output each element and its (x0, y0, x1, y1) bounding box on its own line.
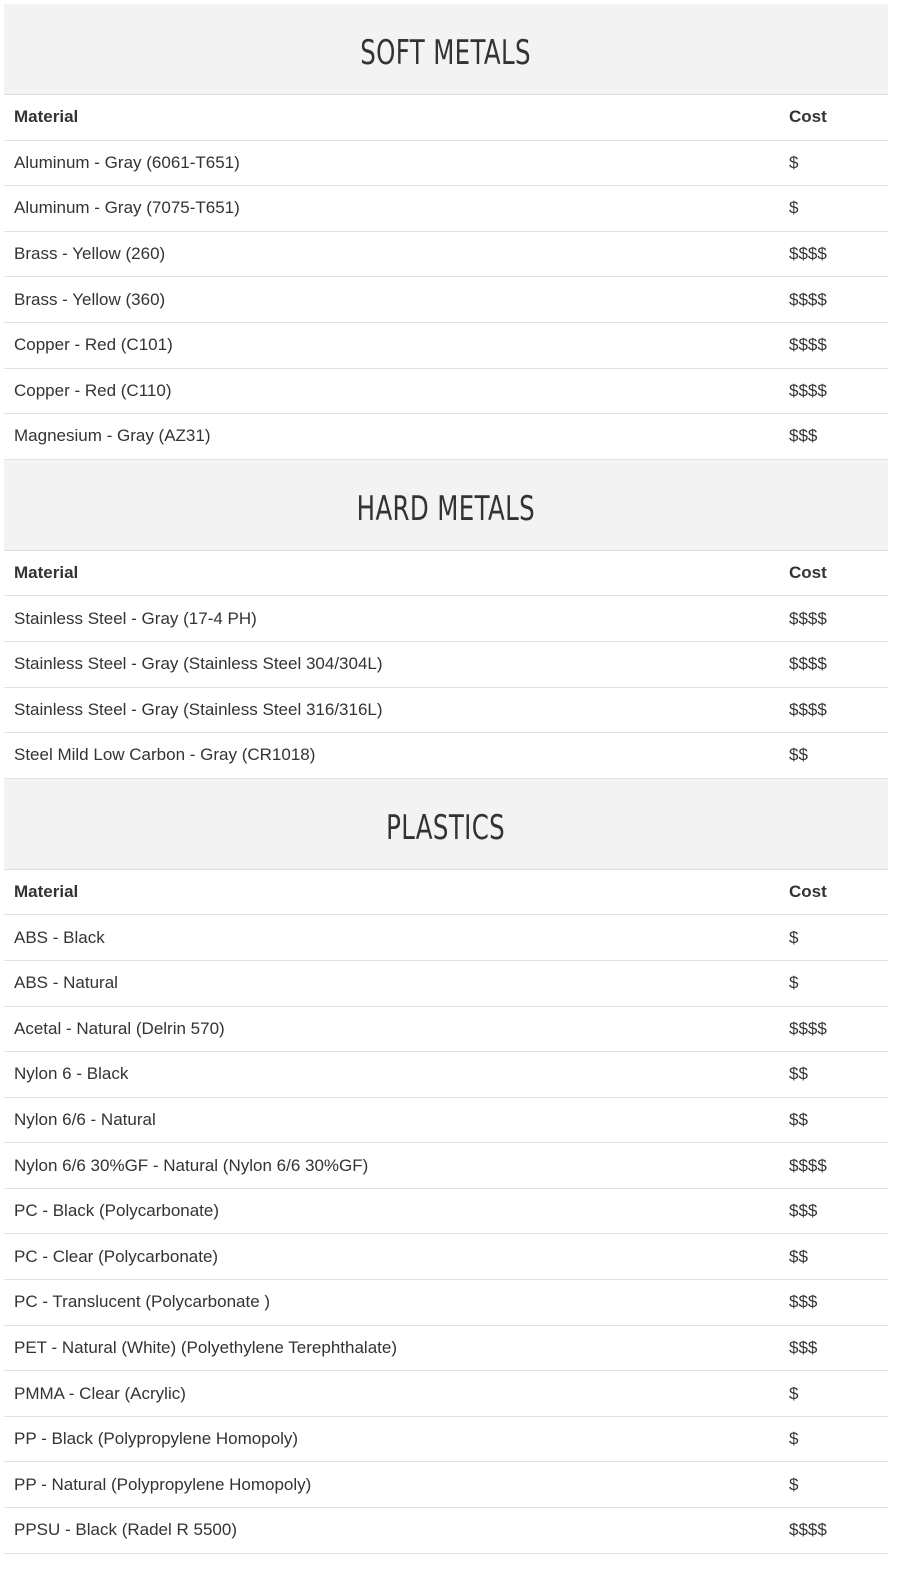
material-cell: Acetal - Natural (Delrin 570) (14, 1018, 225, 1038)
cost-cell: $$$ (789, 1201, 818, 1221)
table-row: PP - Natural (Polypropylene Homopoly) $ (4, 1462, 888, 1509)
cost-cell: $$ (789, 745, 808, 765)
table-row: PC - Translucent (Polycarbonate ) $$$ (4, 1280, 888, 1326)
table-row: Copper - Red (C110) $$$$ (4, 369, 888, 415)
cost-cell: $$$ (789, 1292, 818, 1312)
cost-cell: $$$$ (789, 244, 827, 264)
table-row: Copper - Red (C101) $$$$ (4, 323, 888, 369)
material-cell: Magnesium - Gray (AZ31) (14, 426, 211, 446)
material-cell: ABS - Black (14, 927, 105, 947)
material-cell: Stainless Steel - Gray (Stainless Steel … (14, 654, 383, 674)
material-cell: Stainless Steel - Gray (17-4 PH) (14, 608, 257, 628)
table-row: Stainless Steel - Gray (17-4 PH) $$$$ (4, 596, 888, 642)
table-row: Stainless Steel - Gray (Stainless Steel … (4, 688, 888, 734)
column-header-cost: Cost (789, 563, 827, 583)
section-title: HARD METALS (356, 488, 536, 529)
material-section: SOFT METALS Material Cost Aluminum - Gray (… (4, 4, 888, 460)
section-header: SOFT METALS (4, 4, 888, 95)
column-header-cost: Cost (789, 107, 827, 127)
material-cell: Copper - Red (C101) (14, 335, 173, 355)
cost-cell: $$$$ (789, 380, 827, 400)
cost-cell: $ (789, 198, 799, 218)
cost-cell: $ (789, 1429, 799, 1449)
cost-cell: $ (789, 152, 799, 172)
cost-cell: $ (789, 1474, 799, 1494)
table-row: Brass - Yellow (260) $$$$ (4, 232, 888, 278)
material-cell: Brass - Yellow (260) (14, 244, 166, 264)
table-row: Magnesium - Gray (AZ31) $$$ (4, 414, 888, 460)
cost-cell: $$$$ (789, 608, 827, 628)
material-cell: Nylon 6/6 30%GF - Natural (Nylon 6/6 30%… (14, 1155, 369, 1175)
material-cell: PPSU - Black (Radel R 5500) (14, 1520, 237, 1540)
table-header-row: Material Cost (4, 95, 888, 141)
table-row: Steel Mild Low Carbon - Gray (CR1018) $$ (4, 733, 888, 779)
material-cell: Nylon 6 - Black (14, 1064, 129, 1084)
material-cell: Steel Mild Low Carbon - Gray (CR1018) (14, 745, 316, 765)
table-row: Nylon 6/6 30%GF - Natural (Nylon 6/6 30%… (4, 1143, 888, 1189)
cost-cell: $ (789, 1383, 799, 1403)
material-cell: PET - Natural (White) (Polyethylene Tere… (14, 1337, 397, 1357)
material-cell: Brass - Yellow (360) (14, 289, 166, 309)
section-header: PLASTICS (4, 778, 888, 870)
cost-cell: $$ (789, 1064, 808, 1084)
column-header-material: Material (14, 563, 79, 583)
material-cell: Nylon 6/6 - Natural (14, 1109, 156, 1129)
material-cell: Copper - Red (C110) (14, 380, 172, 400)
section-title: SOFT METALS (360, 33, 532, 73)
section-header: HARD METALS (4, 459, 888, 551)
table-row: Stainless Steel - Gray (Stainless Steel … (4, 642, 888, 688)
cost-cell: $$$$ (789, 1520, 827, 1540)
table-row: PMMA - Clear (Acrylic) $ (4, 1371, 888, 1417)
cost-cell: $ (789, 973, 799, 993)
material-cell: PC - Black (Polycarbonate) (14, 1201, 220, 1221)
cost-cell: $$$$ (789, 1155, 827, 1175)
table-row: ABS - Natural $ (4, 961, 888, 1007)
table-row: Aluminum - Gray (6061-T651) $ (4, 141, 888, 187)
table-row: PC - Clear (Polycarbonate) $$ (4, 1234, 888, 1281)
material-cell: ABS - Natural (14, 973, 118, 993)
cost-cell: $ (789, 927, 799, 947)
material-cell: PC - Clear (Polycarbonate) (14, 1246, 219, 1266)
material-section: PLASTICS Material Cost ABS - Black $ ABS - Na… (4, 778, 888, 1554)
table-header-row: Material Cost (4, 551, 888, 597)
table-row: PC - Black (Polycarbonate) $$$ (4, 1189, 888, 1235)
cost-cell: $$$ (789, 426, 818, 446)
table-header-row: Material Cost (4, 870, 888, 916)
cost-cell: $$$$ (789, 654, 827, 674)
material-cell: PC - Translucent (Polycarbonate ) (14, 1292, 271, 1312)
table-row: Brass - Yellow (360) $$$$ (4, 277, 888, 323)
column-header-cost: Cost (789, 882, 827, 902)
table-row: Nylon 6 - Black $$ (4, 1052, 888, 1098)
table-row: PPSU - Black (Radel R 5500) $$$$ (4, 1508, 888, 1554)
section-title: PLASTICS (386, 807, 506, 848)
material-cell: PP - Black (Polypropylene Homopoly) (14, 1429, 299, 1449)
cost-cell: $$$$ (789, 289, 827, 309)
cost-cell: $$$$ (789, 699, 827, 719)
material-cell: Stainless Steel - Gray (Stainless Steel … (14, 699, 383, 719)
cost-cell: $$ (789, 1109, 808, 1129)
material-cell: PP - Natural (Polypropylene Homopoly) (14, 1474, 312, 1494)
column-header-material: Material (14, 107, 79, 127)
cost-cell: $$$$ (789, 335, 827, 355)
material-cell: PMMA - Clear (Acrylic) (14, 1383, 186, 1403)
table-row: Aluminum - Gray (7075-T651) $ (4, 186, 888, 232)
table-row: Acetal - Natural (Delrin 570) $$$$ (4, 1007, 888, 1053)
material-cell: Aluminum - Gray (7075-T651) (14, 198, 240, 218)
table-row: PP - Black (Polypropylene Homopoly) $ (4, 1417, 888, 1463)
table-row: Nylon 6/6 - Natural $$ (4, 1098, 888, 1144)
cost-cell: $$$$ (789, 1018, 827, 1038)
cost-cell: $$ (789, 1246, 808, 1266)
cost-cell: $$$ (789, 1337, 818, 1357)
table-row: PET - Natural (White) (Polyethylene Tere… (4, 1326, 888, 1372)
table-row: ABS - Black $ (4, 915, 888, 961)
material-section: HARD METALS Material Cost Stainless Steel -… (4, 459, 888, 779)
material-cost-tables: SOFT METALS Material Cost Aluminum - Gray (… (4, 4, 888, 1554)
column-header-material: Material (14, 882, 79, 902)
material-cell: Aluminum - Gray (6061-T651) (14, 152, 240, 172)
